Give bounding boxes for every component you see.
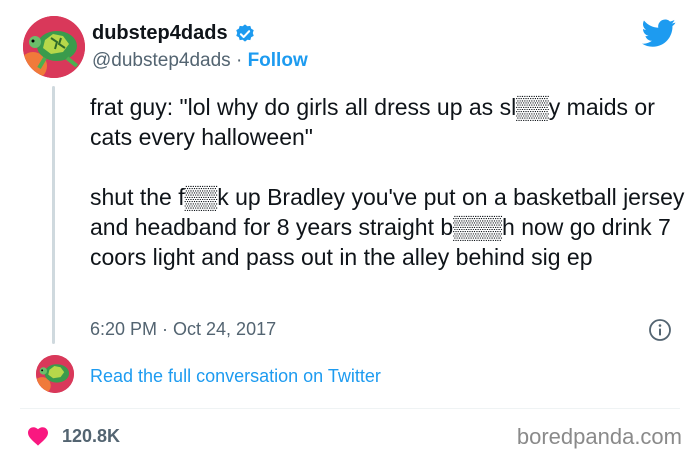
follow-button[interactable]: Follow — [248, 50, 308, 71]
twitter-bird-icon[interactable] — [642, 16, 676, 50]
read-conversation-link[interactable]: Read the full conversation on Twitter — [90, 366, 381, 387]
verified-badge-icon — [235, 23, 254, 42]
likes-count: 120.8K — [62, 425, 121, 446]
handle-row: @dubstep4dads · Follow — [92, 50, 308, 72]
avatar-turtle-image — [23, 16, 85, 78]
thread-line — [52, 86, 55, 344]
username[interactable]: dubstep4dads — [92, 22, 256, 45]
tweet-paragraph-2: shut the f▒▒k up Bradley you've put on a… — [90, 184, 685, 270]
tweet-paragraph-1: frat guy: "lol why do girls all dress up… — [90, 94, 655, 150]
avatar-small[interactable] — [36, 355, 74, 393]
info-icon[interactable] — [648, 318, 672, 342]
separator: · — [235, 50, 243, 71]
avatar[interactable] — [23, 16, 85, 78]
username-text[interactable]: dubstep4dads — [92, 22, 228, 45]
handle[interactable]: @dubstep4dads — [92, 50, 231, 71]
like-button[interactable]: 120.8K — [26, 424, 120, 448]
avatar-turtle-image-small — [36, 355, 74, 393]
timestamp[interactable]: 6:20 PM · Oct 24, 2017 — [90, 319, 276, 340]
watermark: boredpanda.com — [516, 424, 682, 449]
divider — [20, 408, 680, 409]
heart-icon[interactable] — [26, 424, 50, 448]
tweet-text: frat guy: "lol why do girls all dress up… — [90, 92, 685, 272]
